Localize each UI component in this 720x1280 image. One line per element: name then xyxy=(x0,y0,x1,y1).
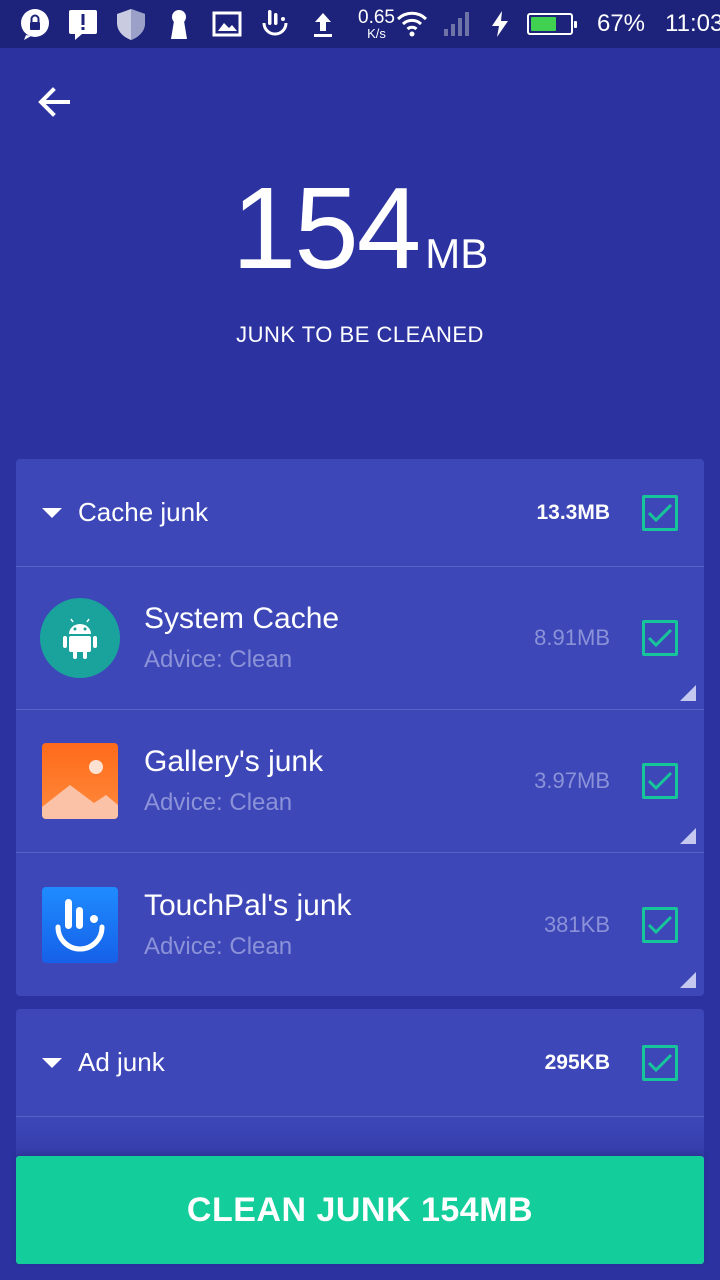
item-text: System Cache Advice: Clean xyxy=(144,602,534,674)
category-size: 13.3MB xyxy=(536,500,610,524)
image-icon xyxy=(210,7,244,41)
network-speed: 0.65 K/s xyxy=(358,8,395,40)
item-title: System Cache xyxy=(144,602,340,635)
expand-corner-icon xyxy=(680,828,696,844)
expand-corner-icon xyxy=(680,972,696,988)
category-label: Ad junk xyxy=(78,1047,165,1077)
touchpal-icon xyxy=(258,7,292,41)
expand-corner-icon xyxy=(680,685,696,701)
list-item-touchpal[interactable]: TouchPal's junk Advice: Clean 381KB xyxy=(16,853,704,996)
keyhole-icon xyxy=(162,7,196,41)
junk-unit: MB xyxy=(425,230,489,277)
caret-down-icon xyxy=(42,507,62,518)
item-checkbox[interactable] xyxy=(642,763,678,799)
junk-summary: 154 MB JUNK TO BE CLEANED xyxy=(0,170,720,348)
touchpal-icon xyxy=(40,885,120,965)
item-size: 8.91MB xyxy=(534,625,610,650)
battery-percent: 67% xyxy=(596,10,646,37)
item-title: Gallery's junk xyxy=(144,745,324,778)
item-size: 3.97MB xyxy=(534,768,610,793)
category-label: Cache junk xyxy=(78,497,209,527)
list-item-gallery[interactable]: Gallery's junk Advice: Clean 3.97MB xyxy=(16,710,704,853)
lock-chat-icon xyxy=(18,7,52,41)
clock: 11:03 xyxy=(665,10,720,37)
upload-icon xyxy=(306,7,340,41)
status-right: 67% 11:03 xyxy=(395,7,720,41)
check-icon xyxy=(647,1053,673,1072)
item-checkbox[interactable] xyxy=(642,906,678,943)
cache-junk-card: Cache junk 13.3MB System Cache Advice: C… xyxy=(16,459,704,996)
clean-junk-button[interactable]: CLEAN JUNK 154MB xyxy=(16,1156,704,1264)
arrow-left-icon xyxy=(38,87,70,117)
battery-icon xyxy=(526,13,577,35)
category-header-ad[interactable]: Ad junk 295KB xyxy=(16,1009,704,1117)
item-advice: Advice: Clean xyxy=(144,932,293,960)
check-icon xyxy=(647,915,673,934)
item-text: Gallery's junk Advice: Clean xyxy=(144,745,534,817)
battery-level xyxy=(530,17,557,31)
category-header-cache[interactable]: Cache junk 13.3MB xyxy=(16,459,704,567)
item-advice: Advice: Clean xyxy=(144,646,293,673)
status-bar: 0.65 K/s 67% 11:03 xyxy=(0,0,720,48)
item-advice: Advice: Clean xyxy=(144,789,293,816)
network-speed-unit: K/s xyxy=(367,26,386,41)
gallery-icon xyxy=(40,741,120,821)
android-icon xyxy=(40,598,120,678)
item-checkbox[interactable] xyxy=(642,620,678,656)
category-checkbox[interactable] xyxy=(642,494,678,531)
junk-total: 154 MB xyxy=(232,170,489,286)
item-text: TouchPal's junk Advice: Clean xyxy=(144,889,544,961)
back-button[interactable] xyxy=(32,80,76,124)
check-icon xyxy=(647,628,673,648)
check-icon xyxy=(647,771,673,791)
caret-down-icon xyxy=(42,1057,62,1068)
junk-subtitle: JUNK TO BE CLEANED xyxy=(236,322,484,347)
alert-icon xyxy=(66,7,100,41)
item-size: 381KB xyxy=(543,911,610,937)
list-item-system-cache[interactable]: System Cache Advice: Clean 8.91MB xyxy=(16,567,704,710)
category-size: 295KB xyxy=(544,1050,610,1074)
shield-icon xyxy=(114,7,148,41)
charging-icon xyxy=(483,7,517,41)
signal-icon xyxy=(439,7,473,41)
junk-amount: 154 xyxy=(231,163,422,293)
category-checkbox[interactable] xyxy=(642,1044,678,1081)
network-speed-value: 0.65 xyxy=(358,7,395,28)
notification-icons: 0.65 K/s xyxy=(18,7,395,41)
check-icon xyxy=(647,503,673,522)
wifi-icon xyxy=(395,7,429,41)
item-title: TouchPal's junk xyxy=(144,888,352,922)
